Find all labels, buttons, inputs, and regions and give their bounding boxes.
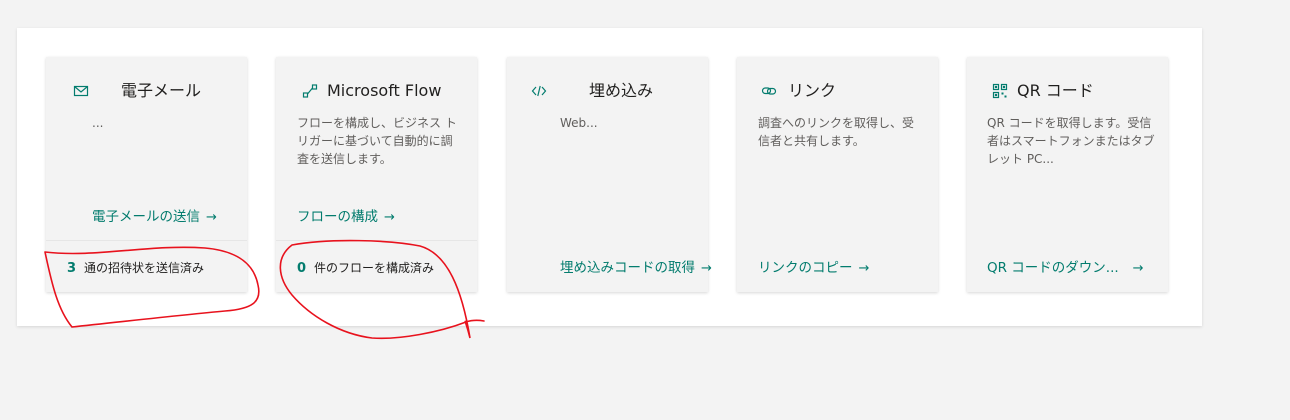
embed-code-icon xyxy=(531,83,547,99)
card-title: Microsoft Flow xyxy=(327,81,442,100)
action-label: 埋め込みコードの取得 xyxy=(560,260,695,276)
stat-label: 件のフローを構成済み xyxy=(314,261,435,275)
divider xyxy=(46,240,247,241)
card-description: QR コードを取得します。受信者はスマートフォンまたはタブレット PC... xyxy=(987,116,1155,166)
email-card: 電子メール ... 電子メールの送信 → 3 通の招待状を送信済み xyxy=(46,57,247,292)
arrow-right-icon: → xyxy=(206,210,217,225)
action-label: リンクのコピー xyxy=(758,260,853,276)
card-title: 電子メール xyxy=(121,81,202,100)
arrow-right-icon: → xyxy=(384,210,395,225)
get-embed-code-link[interactable]: 埋め込みコードの取得 → xyxy=(560,258,712,279)
copy-link-link[interactable]: リンクのコピー → xyxy=(758,258,869,279)
flows-configured-stat: 0 件のフローを構成済み xyxy=(297,259,434,278)
mail-icon xyxy=(73,83,89,99)
invites-sent-stat: 3 通の招待状を送信済み xyxy=(67,259,204,278)
action-label: 電子メールの送信 xyxy=(92,209,200,225)
flow-icon xyxy=(302,83,318,99)
stat-count: 3 xyxy=(67,261,77,276)
action-label: フローの構成 xyxy=(297,209,378,225)
card-title: 埋め込み xyxy=(589,81,654,100)
qr-code-card: QR コード QR コードを取得します。受信者はスマートフォンまたはタブレット … xyxy=(967,57,1168,292)
arrow-right-icon: → xyxy=(701,261,712,276)
stat-label: 通の招待状を送信済み xyxy=(84,261,205,275)
card-title: QR コード xyxy=(1017,81,1094,100)
link-card: リンク 調査へのリンクを取得し、受信者と共有します。 リンクのコピー → xyxy=(737,57,938,292)
card-description: Web... xyxy=(560,116,598,130)
card-description: フローを構成し、ビジネス トリガーに基づいて自動的に調査を送信します。 xyxy=(297,116,457,166)
divider xyxy=(276,240,477,241)
flow-card: Microsoft Flow フローを構成し、ビジネス トリガーに基づいて自動的… xyxy=(276,57,477,292)
card-title: リンク xyxy=(788,81,837,100)
card-description: ... xyxy=(92,116,104,130)
card-description: 調査へのリンクを取得し、受信者と共有します。 xyxy=(758,116,915,148)
download-qr-code-link[interactable]: QR コードのダウン... → xyxy=(987,258,1144,279)
send-email-link[interactable]: 電子メールの送信 → xyxy=(92,207,217,228)
configure-flow-link[interactable]: フローの構成 → xyxy=(297,207,395,228)
link-icon xyxy=(761,83,777,99)
arrow-right-icon: → xyxy=(858,261,870,276)
arrow-right-icon: → xyxy=(1132,261,1144,276)
embed-card: 埋め込み Web... 埋め込みコードの取得 → xyxy=(507,57,712,292)
stat-count: 0 xyxy=(297,261,307,276)
qr-code-icon xyxy=(992,83,1008,99)
action-label: QR コードのダウン... xyxy=(987,260,1119,276)
